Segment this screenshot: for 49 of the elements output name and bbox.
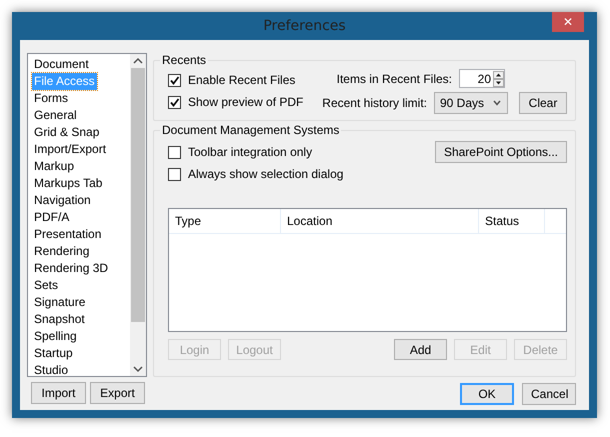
group-title: Document Management Systems bbox=[161, 123, 340, 137]
category-item[interactable]: Rendering 3D bbox=[32, 260, 110, 277]
scroll-thumb[interactable] bbox=[131, 68, 145, 322]
column-header[interactable]: Type bbox=[169, 209, 281, 233]
field-label: Recent history limit: bbox=[322, 96, 427, 110]
checkbox-label: Always show selection dialog bbox=[188, 167, 344, 181]
dialog-button[interactable]: OK bbox=[460, 383, 514, 405]
column-header[interactable]: Status bbox=[479, 209, 545, 233]
checkbox[interactable] bbox=[168, 168, 181, 180]
scrollbar[interactable] bbox=[130, 54, 146, 376]
category-item[interactable]: Signature bbox=[32, 294, 88, 311]
category-item[interactable]: Studio bbox=[32, 362, 70, 379]
category-item[interactable]: Snapshot bbox=[32, 311, 87, 328]
checkbox[interactable] bbox=[168, 96, 181, 108]
checkbox[interactable] bbox=[168, 74, 181, 86]
category-item[interactable]: Rendering bbox=[32, 243, 92, 260]
column-header[interactable]: Location bbox=[281, 209, 479, 233]
dialog-button[interactable]: Add bbox=[394, 339, 447, 360]
checkbox-label: Show preview of PDF bbox=[188, 95, 304, 109]
close-button[interactable]: ✕ bbox=[552, 12, 584, 32]
checkbox[interactable] bbox=[168, 146, 181, 158]
sharepoint-options-button[interactable]: SharePoint Options... bbox=[435, 141, 567, 163]
spin-down-icon bbox=[493, 78, 504, 86]
group-title: Recents bbox=[161, 53, 208, 67]
category-item[interactable]: Forms bbox=[32, 90, 70, 107]
category-item[interactable]: Sets bbox=[32, 277, 60, 294]
checkbox-label: Toolbar integration only bbox=[188, 145, 312, 159]
category-item[interactable]: Grid & Snap bbox=[32, 124, 102, 141]
category-item[interactable]: Document bbox=[32, 56, 91, 73]
dialog-button[interactable]: Import bbox=[31, 382, 86, 404]
dialog-button[interactable]: Export bbox=[90, 382, 145, 404]
field-label: Items in Recent Files: bbox=[336, 72, 452, 86]
history-dropdown[interactable]: 90 Days bbox=[434, 92, 508, 114]
spin-up-icon bbox=[493, 70, 504, 78]
category-item[interactable]: Presentation bbox=[32, 226, 104, 243]
category-item[interactable]: General bbox=[32, 107, 79, 124]
dialog-button[interactable]: Cancel bbox=[522, 383, 576, 405]
window-title: Preferences bbox=[263, 18, 346, 34]
category-item[interactable]: Spelling bbox=[32, 328, 79, 345]
checkbox-label: Enable Recent Files bbox=[188, 73, 296, 87]
chevron-down-icon bbox=[492, 99, 502, 107]
category-item[interactable]: Startup bbox=[32, 345, 75, 362]
clear-button[interactable]: Clear bbox=[519, 92, 567, 114]
category-item[interactable]: Navigation bbox=[32, 192, 93, 209]
category-item[interactable]: Markups Tab bbox=[32, 175, 104, 192]
category-item[interactable]: Markup bbox=[32, 158, 76, 175]
category-item[interactable]: Import/Export bbox=[32, 141, 108, 158]
category-item[interactable]: PDF/A bbox=[32, 209, 72, 226]
number-spinner[interactable]: 20 bbox=[459, 69, 505, 88]
